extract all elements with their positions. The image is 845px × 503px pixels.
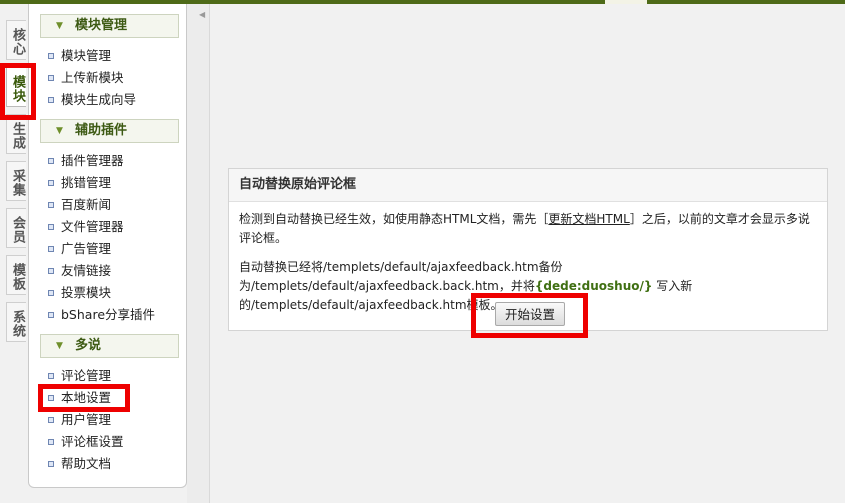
bullet-icon: [48, 461, 54, 467]
status-text-start: 检测到自动替换已经生效，如使用静态HTML文档，需先［: [239, 212, 549, 226]
bullet-icon: [48, 417, 54, 423]
menu-item-label: 评论框设置: [61, 434, 124, 449]
menu-item-comment-manage[interactable]: 评论管理: [48, 366, 111, 386]
menu-item-label: 友情链接: [61, 263, 112, 278]
bullet-icon: [48, 180, 54, 186]
bullet-icon: [48, 373, 54, 379]
vtab-member[interactable]: 会员: [6, 208, 26, 248]
menu-item-module-wizard[interactable]: 模块生成向导: [48, 90, 136, 110]
vtab-template[interactable]: 模板: [6, 255, 26, 295]
menu-item-label: 模块管理: [61, 48, 112, 63]
menu-item-label: 模块生成向导: [61, 92, 137, 107]
menu-group-title: 模块管理: [75, 18, 128, 33]
menu-item-file-manager[interactable]: 文件管理器: [48, 217, 124, 237]
start-settings-button[interactable]: 开始设置: [495, 302, 565, 326]
menu-item-local-settings[interactable]: 本地设置: [48, 388, 111, 408]
vtab-system[interactable]: 系统: [6, 302, 26, 342]
menu-item-module-manage[interactable]: 模块管理: [48, 46, 111, 66]
chevron-down-icon: ▼: [56, 341, 63, 351]
menu-item-label: 插件管理器: [61, 153, 124, 168]
menu-item-baidu-news[interactable]: 百度新闻: [48, 195, 111, 215]
template-tag: {dede:duoshuo/}: [534, 279, 653, 293]
vtab-collect[interactable]: 采集: [6, 161, 26, 201]
menu-item-label: 本地设置: [61, 390, 112, 405]
menu-group-header-duoshuo[interactable]: ▼ 多说: [40, 334, 179, 358]
bullet-icon: [48, 312, 54, 318]
menu-item-label: 上传新模块: [61, 70, 124, 85]
bullet-icon: [48, 290, 54, 296]
bullet-icon: [48, 202, 54, 208]
menu-item-label: 文件管理器: [61, 219, 124, 234]
bullet-icon: [48, 97, 54, 103]
menu-group-title: 辅助插件: [75, 123, 128, 138]
bullet-icon: [48, 75, 54, 81]
vtab-core[interactable]: 核心: [6, 20, 26, 60]
sidebar: ▼ 模块管理 模块管理 上传新模块 模块生成向导 ▼ 辅助插件 插件管理器 挑错…: [28, 4, 187, 488]
menu-item-user-manage[interactable]: 用户管理: [48, 410, 111, 430]
menu-group-header-modules[interactable]: ▼ 模块管理: [40, 14, 179, 38]
vtab-generate[interactable]: 生成: [6, 114, 26, 154]
menu-item-vote-module[interactable]: 投票模块: [48, 283, 111, 303]
menu-item-label: 挑错管理: [61, 175, 112, 190]
menu-item-help-docs[interactable]: 帮助文档: [48, 454, 111, 474]
panel-body: 检测到自动替换已经生效，如使用静态HTML文档，需先［更新文档HTML］之后，以…: [229, 202, 827, 315]
menu-item-label: 百度新闻: [61, 197, 112, 212]
sidebar-resize-gutter[interactable]: [187, 4, 210, 503]
menu-group-title: 多说: [75, 338, 102, 353]
bullet-icon: [48, 158, 54, 164]
menu-item-plugin-manager[interactable]: 插件管理器: [48, 151, 124, 171]
bullet-icon: [48, 224, 54, 230]
bullet-icon: [48, 439, 54, 445]
vtab-module[interactable]: 模块: [6, 67, 26, 107]
collapse-arrow-icon[interactable]: ◀: [199, 10, 205, 19]
menu-group-header-plugins[interactable]: ▼ 辅助插件: [40, 119, 179, 143]
chevron-down-icon: ▼: [56, 126, 63, 136]
bullet-icon: [48, 395, 54, 401]
menu-item-label: 帮助文档: [61, 456, 112, 471]
menu-item-label: 用户管理: [61, 412, 112, 427]
menu-item-label: bShare分享插件: [61, 307, 156, 322]
menu-item-upload-module[interactable]: 上传新模块: [48, 68, 124, 88]
chevron-down-icon: ▼: [56, 21, 63, 31]
menu-item-ad-manage[interactable]: 广告管理: [48, 239, 111, 259]
backup-text-start: 自动替换已经将/templets/default/ajaxfeedback.ht…: [239, 260, 563, 293]
vertical-tab-strip: 核心 模块 生成 采集 会员 模板 系统: [0, 4, 28, 503]
status-message: 检测到自动替换已经生效，如使用静态HTML文档，需先［更新文档HTML］之后，以…: [239, 210, 817, 248]
update-html-link[interactable]: 更新文档HTML: [548, 212, 629, 226]
menu-item-error-manage[interactable]: 挑错管理: [48, 173, 111, 193]
menu-item-label: 广告管理: [61, 241, 112, 256]
menu-item-label: 评论管理: [61, 368, 112, 383]
bullet-icon: [48, 268, 54, 274]
menu-item-comment-box-settings[interactable]: 评论框设置: [48, 432, 124, 452]
menu-item-label: 投票模块: [61, 285, 112, 300]
bullet-icon: [48, 53, 54, 59]
bullet-icon: [48, 246, 54, 252]
menu-item-bshare[interactable]: bShare分享插件: [48, 305, 155, 325]
menu-item-friend-links[interactable]: 友情链接: [48, 261, 111, 281]
panel-title: 自动替换原始评论框: [229, 169, 827, 202]
